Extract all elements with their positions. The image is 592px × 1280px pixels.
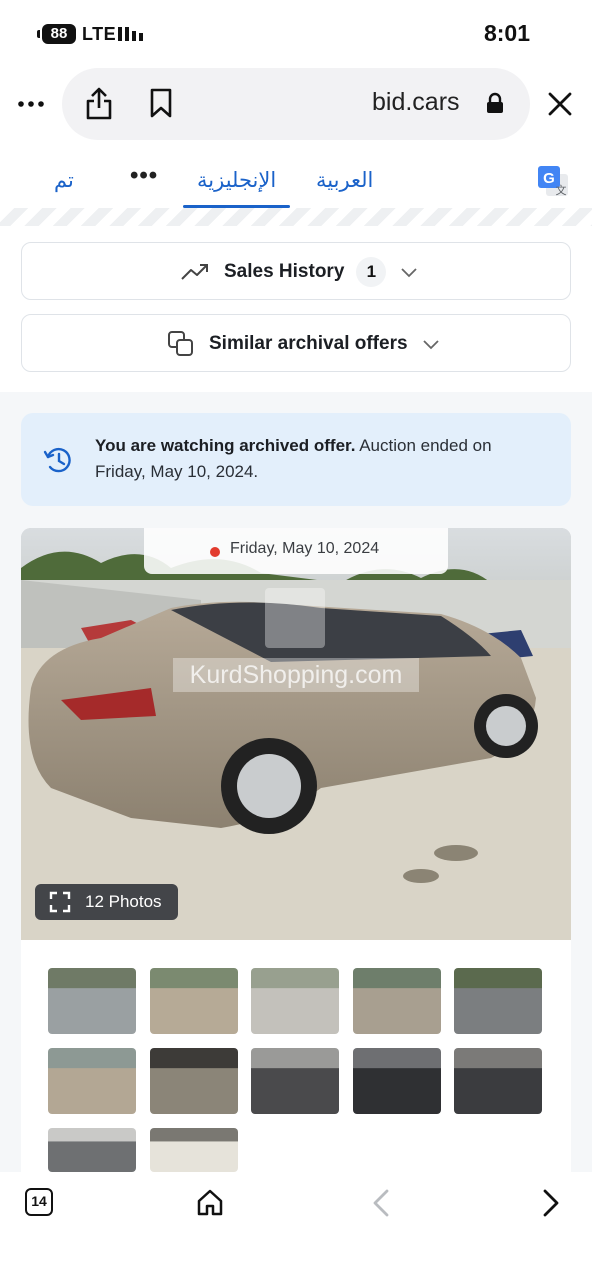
close-icon[interactable] <box>546 90 574 118</box>
translate-bar: تم ••• الإنجليزية العربية G 文 <box>0 150 592 212</box>
copy-icon <box>168 331 193 356</box>
url-text: bid.cars <box>372 88 460 116</box>
tab-english-label: الإنجليزية <box>197 169 277 192</box>
thumbnail-gallery <box>21 940 571 1172</box>
chevron-down-icon <box>401 268 418 278</box>
expand-icon <box>49 891 71 913</box>
lock-icon <box>487 92 503 113</box>
home-icon[interactable] <box>196 1188 224 1216</box>
back-icon[interactable] <box>370 1188 392 1218</box>
photo-thumbnail[interactable] <box>149 1048 238 1114</box>
photo-thumbnail[interactable] <box>48 1048 136 1114</box>
status-dot <box>210 547 220 557</box>
browser-bottom-nav: 14 <box>0 1172 592 1280</box>
signal-icon <box>118 27 143 41</box>
photo-thumbnail[interactable] <box>454 968 542 1034</box>
svg-text:G: G <box>543 170 555 187</box>
similar-offers-row[interactable]: Similar archival offers <box>21 314 571 372</box>
photo-thumbnail[interactable] <box>48 1128 136 1172</box>
archived-offer-banner: You are watching archived offer. Auction… <box>21 413 571 506</box>
forward-icon[interactable] <box>540 1188 562 1218</box>
main-photo[interactable]: Friday, May 10, 2024 KurdShopping.com 12… <box>21 528 571 940</box>
google-translate-icon[interactable]: G 文 <box>536 164 570 198</box>
photo-thumbnail[interactable] <box>352 968 441 1034</box>
address-bar[interactable]: bid.cars <box>62 68 530 140</box>
archived-offer-title: You are watching archived offer. <box>95 436 356 455</box>
svg-text:文: 文 <box>556 183 567 197</box>
sales-history-row[interactable]: Sales History 1 <box>21 242 571 300</box>
tab-arabic[interactable]: العربية <box>316 168 373 193</box>
photos-count-button[interactable]: 12 Photos <box>35 884 178 920</box>
photo-thumbnail[interactable] <box>251 1048 339 1114</box>
tabs-button[interactable]: 14 <box>25 1188 53 1216</box>
chevron-down-icon <box>422 340 439 350</box>
page-content: Sales History 1 Similar archival offers <box>0 226 592 1172</box>
more-options-icon[interactable] <box>16 92 46 116</box>
photo-thumbnail[interactable] <box>48 968 136 1034</box>
share-icon[interactable] <box>84 86 114 120</box>
bookmark-icon[interactable] <box>148 88 174 118</box>
photo-thumbnail[interactable] <box>454 1048 542 1114</box>
translate-more-button[interactable]: ••• <box>130 162 158 190</box>
clock: 8:01 <box>483 20 530 46</box>
network-label: LTE <box>82 24 117 44</box>
translate-bar-divider <box>0 208 592 228</box>
status-bar: 88 LTE 8:01 <box>0 0 592 66</box>
tab-english[interactable]: الإنجليزية <box>183 150 290 208</box>
watermark-text: KurdShopping.com <box>173 658 419 692</box>
photo-thumbnail[interactable] <box>149 968 238 1034</box>
battery-indicator: 88 <box>37 24 76 44</box>
photo-thumbnail[interactable] <box>149 1128 238 1172</box>
watermark-logo <box>265 588 325 648</box>
photos-count-label: 12 Photos <box>85 892 162 911</box>
similar-offers-label: Similar archival offers <box>209 333 408 354</box>
archived-offer-text: You are watching archived offer. Auction… <box>95 433 495 485</box>
collapsible-sections: Sales History 1 Similar archival offers <box>0 226 592 392</box>
photo-thumbnail[interactable] <box>251 968 339 1034</box>
history-icon <box>43 447 71 473</box>
auction-date: Friday, May 10, 2024 <box>230 540 380 557</box>
trending-up-icon <box>181 264 208 280</box>
sales-history-count: 1 <box>356 257 387 287</box>
auction-date-chip: Friday, May 10, 2024 <box>144 528 448 574</box>
translate-done-button[interactable]: تم <box>54 168 74 193</box>
sales-history-label: Sales History <box>224 261 345 282</box>
photo-thumbnail[interactable] <box>352 1048 441 1114</box>
